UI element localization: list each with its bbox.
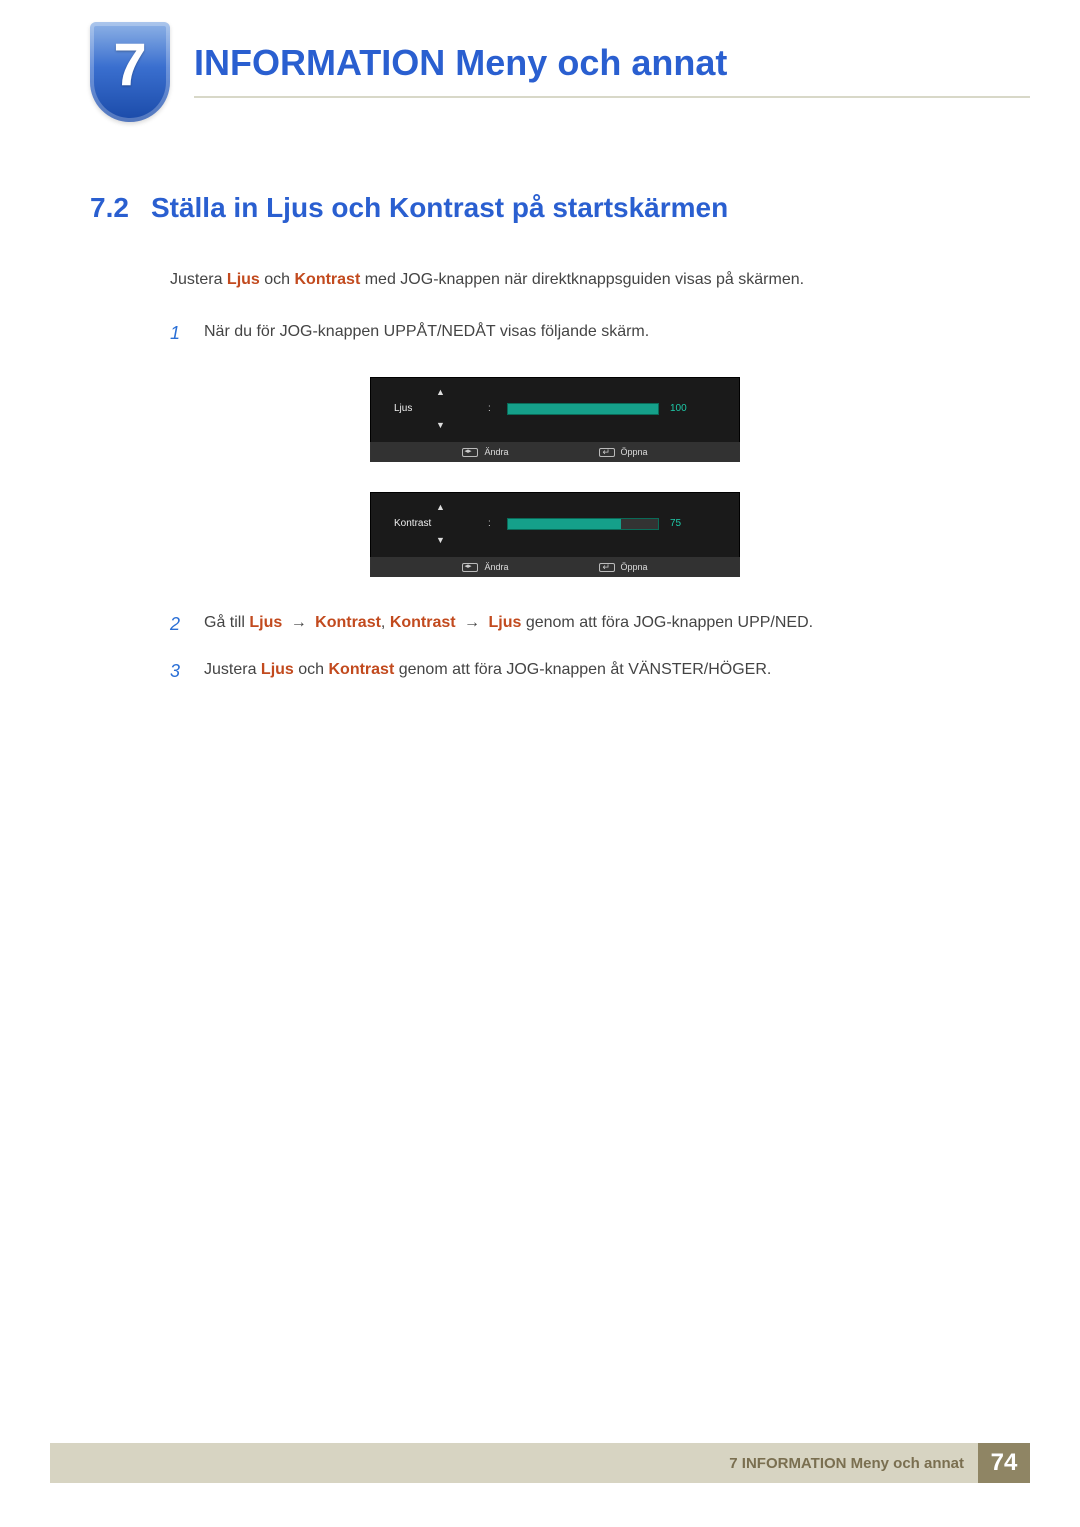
arrow-right-icon: → (464, 614, 480, 631)
left-right-icon (462, 448, 478, 457)
page-footer-text: 7 INFORMATION Meny och annat (729, 1455, 978, 1472)
text: genom att föra JOG-knappen UPP/NED. (521, 614, 813, 631)
highlight-kontrast: Kontrast (390, 614, 456, 631)
step-3: 3 Justera Ljus och Kontrast genom att fö… (170, 658, 970, 685)
osd-progress-fill (508, 404, 658, 414)
triangle-up-icon: ▲ (388, 502, 722, 512)
osd-progress-bar (508, 519, 658, 529)
osd-footer-change: Ändra (462, 562, 508, 572)
osd-label: Kontrast (388, 518, 476, 529)
text: Justera (204, 661, 261, 678)
section-title: Ställa in Ljus och Kontrast på startskär… (151, 192, 728, 224)
intro-paragraph: Justera Ljus och Kontrast med JOG-knappe… (170, 268, 970, 292)
osd-footer-label: Ändra (484, 562, 508, 572)
osd-footer-label: Öppna (621, 562, 648, 572)
chapter-number: 7 (113, 30, 146, 99)
step-1: 1 När du för JOG-knappen UPPÅT/NEDÅT vis… (170, 320, 970, 347)
step-text: När du för JOG-knappen UPPÅT/NEDÅT visas… (204, 320, 649, 347)
chapter-title: INFORMATION Meny och annat (194, 42, 1030, 98)
osd-footer-open: Öppna (599, 447, 648, 457)
osd-footer-change: Ändra (462, 447, 508, 457)
step-2: 2 Gå till Ljus → Kontrast, Kontrast → Lj… (170, 611, 970, 638)
step-number: 2 (170, 611, 186, 638)
osd-footer-label: Öppna (621, 447, 648, 457)
colon: : (488, 518, 496, 529)
osd-label: Ljus (388, 403, 476, 414)
section-heading: 7.2 Ställa in Ljus och Kontrast på start… (90, 192, 1030, 224)
highlight-kontrast: Kontrast (315, 614, 381, 631)
osd-footer-label: Ändra (484, 447, 508, 457)
osd-footer: Ändra Öppna (370, 557, 740, 577)
text: genom att föra JOG-knappen åt VÄNSTER/HÖ… (394, 661, 771, 678)
osd-panel-ljus: ▲ Ljus : 100 ▼ Ändra Öppna (370, 377, 740, 462)
triangle-up-icon: ▲ (388, 387, 722, 397)
step-number: 1 (170, 320, 186, 347)
left-right-icon (462, 563, 478, 572)
chapter-badge: 7 (90, 22, 170, 122)
text: Justera (170, 271, 227, 288)
step-text: Gå till Ljus → Kontrast, Kontrast → Ljus… (204, 611, 813, 638)
text: och (294, 661, 329, 678)
chapter-header: 7 INFORMATION Meny och annat (90, 22, 1030, 122)
colon: : (488, 403, 496, 414)
enter-icon (599, 448, 615, 457)
triangle-down-icon: ▼ (388, 535, 722, 545)
page-number: 74 (978, 1443, 1030, 1483)
text: , (381, 614, 390, 631)
highlight-ljus: Ljus (489, 614, 522, 631)
enter-icon (599, 563, 615, 572)
osd-progress-fill (508, 519, 621, 529)
step-number: 3 (170, 658, 186, 685)
osd-progress-bar (508, 404, 658, 414)
osd-value: 100 (670, 403, 700, 414)
osd-illustration: ▲ Ljus : 100 ▼ Ändra Öppna (370, 377, 1030, 577)
osd-value: 75 (670, 518, 700, 529)
text: Gå till (204, 614, 249, 631)
step-text: Justera Ljus och Kontrast genom att föra… (204, 658, 771, 685)
text: och (260, 271, 295, 288)
text: med JOG-knappen när direktknappsguiden v… (360, 271, 804, 288)
highlight-ljus: Ljus (227, 271, 260, 288)
highlight-kontrast: Kontrast (295, 271, 361, 288)
page-footer: 7 INFORMATION Meny och annat 74 (50, 1443, 1030, 1483)
osd-panel-kontrast: ▲ Kontrast : 75 ▼ Ändra Öp (370, 492, 740, 577)
section-number: 7.2 (90, 192, 129, 224)
triangle-down-icon: ▼ (388, 420, 722, 430)
highlight-ljus: Ljus (261, 661, 294, 678)
highlight-kontrast: Kontrast (329, 661, 395, 678)
osd-footer: Ändra Öppna (370, 442, 740, 462)
arrow-right-icon: → (291, 614, 307, 631)
highlight-ljus: Ljus (249, 614, 282, 631)
osd-footer-open: Öppna (599, 562, 648, 572)
